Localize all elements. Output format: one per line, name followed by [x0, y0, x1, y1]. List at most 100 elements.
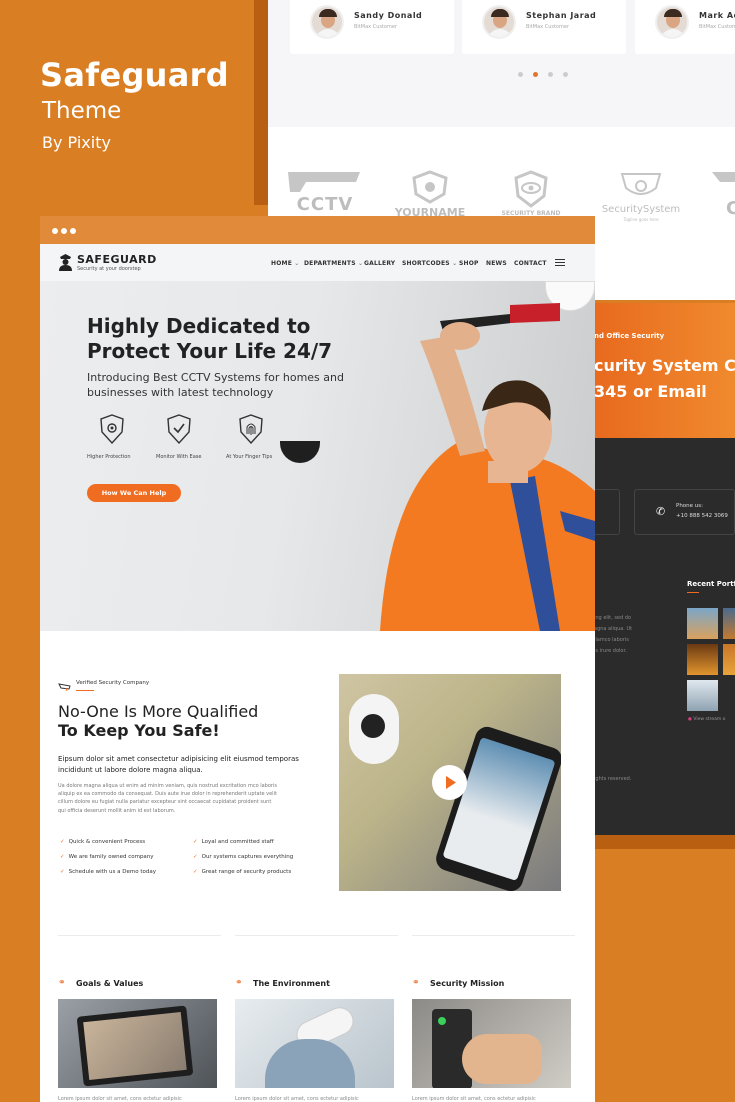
section-title-line1: No-One Is More Qualified	[58, 702, 259, 721]
card-text: Lorem ipsum dolor sit amet, cons ectetur…	[235, 1096, 359, 1102]
site-logo[interactable]: SAFEGUARD	[77, 253, 157, 266]
video-thumbnail[interactable]	[339, 674, 561, 891]
nav-gallery[interactable]: GALLERY	[364, 260, 395, 267]
check-icon: ✓	[193, 839, 198, 845]
camera-icon: ⚭	[235, 978, 243, 988]
hero-title: Highly Dedicated to Protect Your Life 24/…	[87, 314, 333, 363]
window-dot[interactable]	[70, 228, 76, 234]
card-title: Goals & Values	[76, 979, 144, 988]
check-item: ✓ Quick & convenient Process	[60, 839, 146, 845]
testimonial-name: Mark Ada	[699, 11, 735, 20]
logo-icon[interactable]	[58, 253, 73, 271]
testimonial-name: Stephan Jarad	[526, 11, 597, 20]
fingerprint-scanner-image[interactable]	[412, 999, 571, 1088]
heading-underline	[687, 592, 699, 593]
divider	[412, 935, 575, 936]
carousel-dot-active[interactable]	[533, 72, 538, 77]
play-icon	[446, 776, 456, 789]
panel-shadow	[594, 835, 735, 849]
carousel-dot[interactable]	[518, 72, 523, 77]
phone-number[interactable]: +10 888 542 3069	[676, 513, 728, 519]
gear-shield-icon	[100, 414, 124, 445]
kicker-underline	[76, 690, 94, 691]
window-dot[interactable]	[52, 228, 58, 234]
feature-label: At Your Finger Tips	[226, 454, 273, 460]
partner-logo-yourname: YOURNAME	[390, 170, 470, 219]
play-button[interactable]	[432, 765, 467, 800]
fingerprint-shield-icon	[239, 414, 263, 445]
feature-label: Monitor With Ease	[156, 454, 202, 460]
testimonial-role: BitMax Customer	[699, 24, 735, 30]
divider	[235, 935, 398, 936]
camera-icon	[58, 677, 72, 692]
check-icon: ✓	[60, 869, 65, 875]
nav-shortcodes[interactable]: SHORTCODES ⌄	[402, 260, 457, 267]
testimonial-card[interactable]: Sandy Donald BitMax Customer	[290, 0, 454, 54]
card-text: Lorem ipsum dolor sit amet, cons ectetur…	[58, 1096, 182, 1102]
carousel-dot[interactable]	[548, 72, 553, 77]
check-item: ✓ Schedule with us a Demo today	[60, 869, 156, 875]
camera-icon: ⚭	[412, 978, 420, 988]
phone-label: Phone us:	[676, 503, 703, 509]
avatar	[310, 5, 344, 39]
partner-logo-eye: SECURITY BRAND	[496, 170, 566, 217]
portfolio-thumb[interactable]	[687, 680, 718, 711]
nav-departments[interactable]: DEPARTMENTS ⌄	[304, 260, 363, 267]
partner-logo-partial: C	[710, 170, 735, 216]
phone-contact-box	[634, 489, 735, 535]
testimonial-card[interactable]: Stephan Jarad BitMax Customer	[462, 0, 626, 54]
cta-headline-1: curity System Co	[594, 356, 735, 375]
feature-label: Higher Protection	[87, 454, 131, 460]
partner-logo-securitysystem: SecuritySystem Tagline goes here	[600, 170, 682, 226]
nav-news[interactable]: NEWS	[486, 260, 507, 267]
nav-home[interactable]: HOME ⌄	[271, 260, 300, 267]
tablet-image[interactable]	[58, 999, 217, 1088]
portfolio-thumb[interactable]	[687, 608, 718, 639]
testimonial-role: BitMax Customer	[526, 24, 569, 30]
brand-title: Safeguard	[40, 56, 229, 94]
section-kicker: Verified Security Company	[76, 680, 150, 686]
copyright-text: ights reserved.	[594, 776, 632, 782]
testimonial-name: Sandy Donald	[354, 11, 423, 20]
menu-icon[interactable]	[555, 259, 565, 266]
phone-icon: ✆	[656, 505, 666, 518]
card-text: Lorem ipsum dolor sit amet, cons ectetur…	[412, 1096, 536, 1102]
avatar	[655, 5, 689, 39]
testimonial-role: BitMax Customer	[354, 24, 397, 30]
check-icon: ✓	[60, 854, 65, 860]
brand-subtitle: Theme	[42, 98, 122, 124]
brand-author: By Pixity	[42, 133, 111, 152]
carousel-dot[interactable]	[563, 72, 568, 77]
check-item: ✓ We are family owned company	[60, 854, 154, 860]
nav-contact[interactable]: CONTACT	[514, 260, 547, 267]
portfolio-thumb[interactable]	[723, 608, 735, 639]
check-item: ✓ Loyal and committed staff	[193, 839, 274, 845]
testimonial-card[interactable]: Mark Ada BitMax Customer	[635, 0, 735, 54]
check-icon: ✓	[193, 854, 198, 860]
view-stream-link[interactable]: ● View stream o	[688, 717, 725, 722]
site-tagline: Security at your doorstep	[77, 266, 141, 272]
partner-logo-cctv: CCTV	[286, 170, 364, 216]
section-title-line2: To Keep You Safe!	[58, 721, 220, 740]
window-titlebar	[40, 216, 595, 244]
check-item: ✓ Great range of security products	[193, 869, 292, 875]
card-title: Security Mission	[430, 979, 505, 988]
cctv-camera-image[interactable]	[235, 999, 394, 1088]
divider	[58, 935, 221, 936]
footer-text: ing elit, sed do agna aliqua. Ut llamco la…	[594, 615, 633, 654]
cta-headline-2: 345 or Email	[594, 382, 707, 401]
window-dot[interactable]	[61, 228, 67, 234]
check-icon: ✓	[193, 869, 198, 875]
camera-icon: ⚭	[58, 978, 66, 988]
check-shield-icon	[167, 414, 191, 445]
portfolio-thumb[interactable]	[723, 644, 735, 675]
how-we-can-help-button[interactable]: How We Can Help	[87, 484, 181, 502]
phone-image	[433, 723, 561, 891]
cta-kicker: nd Office Security	[594, 332, 665, 340]
hero-description: Introducing Best CCTV Systems for homes …	[87, 371, 344, 399]
portfolio-thumb[interactable]	[687, 644, 718, 675]
avatar	[482, 5, 516, 39]
back-panel-shadow	[254, 0, 268, 205]
nav-shop[interactable]: SHOP	[459, 260, 479, 267]
browser-window: SAFEGUARD Security at your doorstep HOME…	[40, 216, 595, 1102]
